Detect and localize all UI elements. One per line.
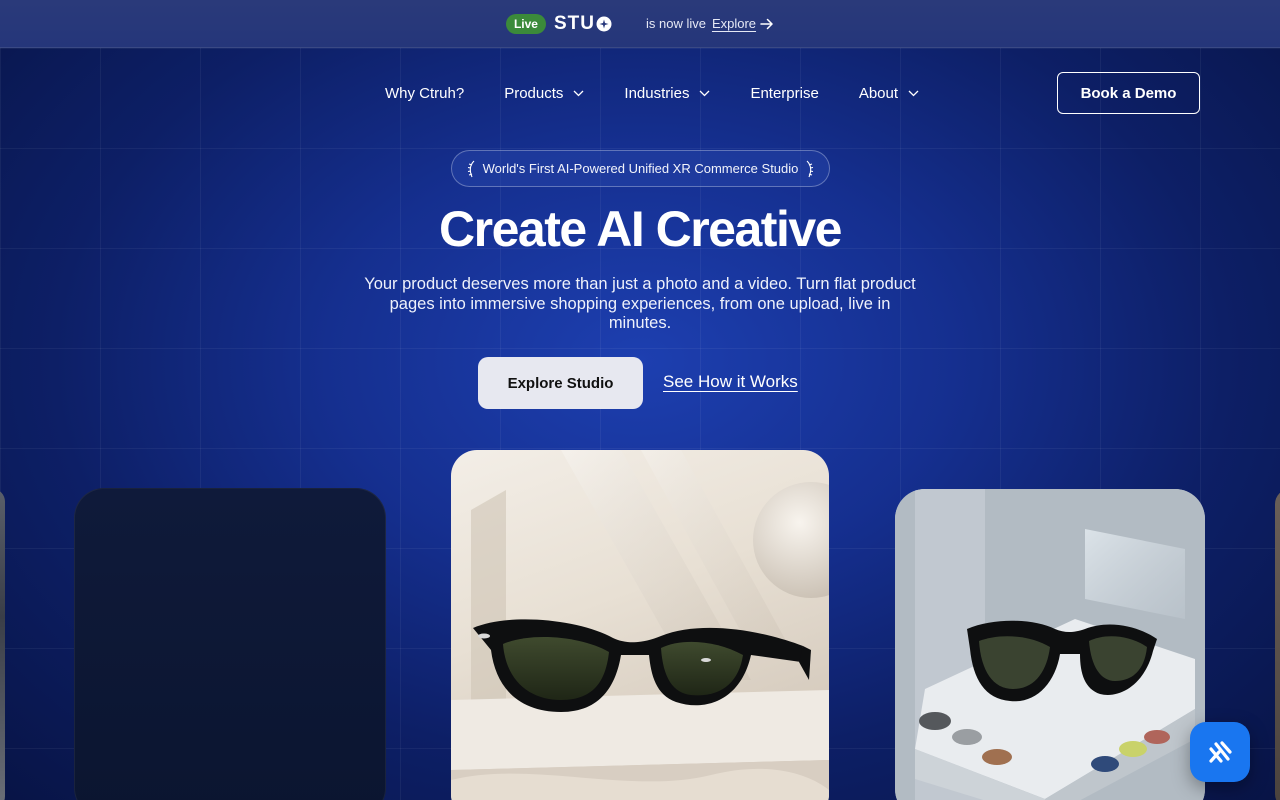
- see-how-it-works-link[interactable]: See How it Works: [663, 372, 798, 392]
- hero-subtitle: Your product deserves more than just a p…: [364, 275, 916, 332]
- nav-links: Why Ctruh? Products Industries Enterpris…: [385, 72, 959, 114]
- laurel-right-icon: [804, 160, 814, 178]
- chevron-down-icon: [908, 90, 919, 97]
- book-demo-button[interactable]: Book a Demo: [1057, 72, 1200, 114]
- nav-item-label: Products: [504, 84, 564, 102]
- nav-item-label: Enterprise: [750, 84, 819, 102]
- main-nav: Why Ctruh? Products Industries Enterpris…: [0, 72, 1280, 114]
- announcement-text: is now live: [645, 16, 706, 31]
- tagline-text: World's First AI-Powered Unified XR Comm…: [482, 161, 799, 176]
- studio-logo-text: STU: [553, 12, 595, 34]
- explore-studio-button[interactable]: Explore Studio: [478, 357, 643, 409]
- laurel-left-icon: [467, 160, 477, 178]
- showcase-card-partial-right: [1275, 489, 1280, 800]
- tagline-pill: World's First AI-Powered Unified XR Comm…: [451, 150, 830, 187]
- nav-item-enterprise[interactable]: Enterprise: [750, 85, 818, 102]
- showcase-card-sunglasses-display: [895, 489, 1205, 800]
- nav-item-why-ctruh[interactable]: Why Ctruh?: [385, 85, 464, 102]
- explore-link[interactable]: Explore: [712, 16, 756, 31]
- nav-item-about[interactable]: About: [859, 85, 919, 102]
- showcase-card-sunglasses-marble: [451, 450, 829, 800]
- nav-item-products[interactable]: Products: [504, 85, 584, 102]
- sunglasses-product-image: [451, 450, 829, 800]
- nav-item-industries[interactable]: Industries: [624, 85, 710, 102]
- nav-item-label: Why Ctruh?: [385, 84, 465, 102]
- live-badge: Live: [505, 13, 546, 34]
- nav-item-label: Industries: [624, 84, 690, 102]
- arrow-right-icon[interactable]: [760, 18, 774, 30]
- hero-title: Create AI Creative: [439, 201, 842, 257]
- studio-logo-mark-icon: [596, 16, 612, 31]
- studio-logo[interactable]: STU: [554, 13, 612, 35]
- chevron-down-icon: [573, 90, 584, 97]
- chevron-down-icon: [699, 90, 710, 97]
- chat-widget-button[interactable]: [1190, 722, 1250, 782]
- sunglasses-display-image: [895, 489, 1205, 800]
- announcement-bar: Live STU is now live Explore: [0, 0, 1280, 48]
- chat-logo-icon: [1209, 741, 1232, 763]
- showcase-card-partial-left: [0, 489, 5, 800]
- showcase-card-dark: [74, 488, 386, 800]
- nav-item-label: About: [858, 84, 899, 102]
